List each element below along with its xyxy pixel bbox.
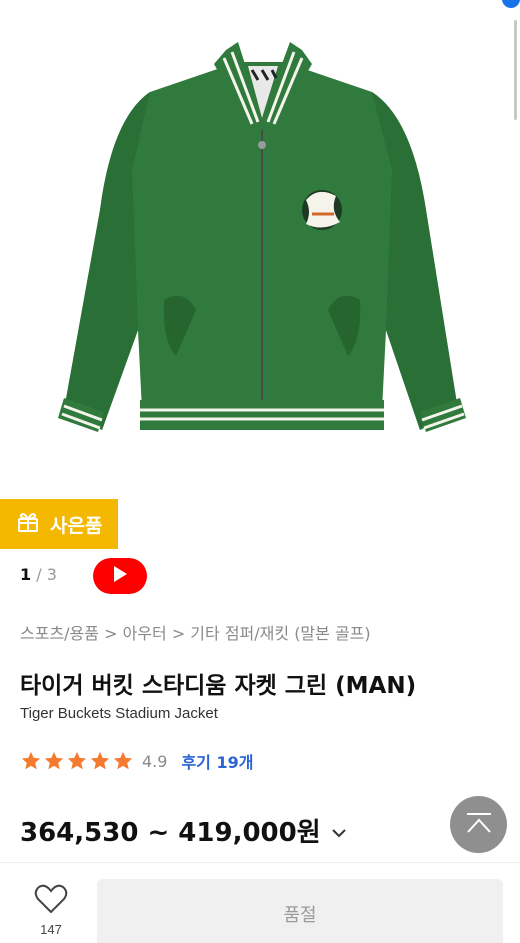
star-icon [21, 751, 41, 770]
star-icon [90, 751, 110, 770]
gift-tag: 사은품 [0, 499, 118, 549]
bottom-bar-divider [0, 862, 520, 863]
product-subtitle: Tiger Buckets Stadium Jacket [20, 705, 218, 722]
rating-row: 4.9 후기 19개 [20, 747, 253, 775]
scroll-top-button[interactable] [450, 796, 507, 853]
wish-count: 147 [40, 922, 62, 937]
gift-label: 사은품 [50, 514, 103, 537]
price-range: 364,530 ~ 419,000원 [20, 817, 321, 848]
video-play-button[interactable] [93, 558, 147, 594]
soldout-button[interactable]: 품절 [97, 879, 503, 943]
scrollbar[interactable] [514, 20, 517, 120]
breadcrumb[interactable]: 스포츠/용품 > 아우터 > 기타 점퍼/재킷 (말본 골프) [20, 620, 371, 644]
rating-value: 4.9 [142, 751, 168, 771]
jacket-photo [58, 42, 466, 432]
heart-icon [34, 884, 68, 918]
image-page-indicator: 1 / 3 [20, 565, 57, 584]
review-link[interactable]: 후기 19개 [181, 749, 253, 773]
product-title: 타이거 버킷 스타디움 자켓 그린 (MAN) [20, 673, 417, 699]
star-icon [44, 751, 64, 770]
star-icon [113, 751, 133, 770]
play-icon [112, 565, 128, 587]
total-images: 3 [46, 565, 57, 584]
product-image[interactable] [0, 0, 520, 470]
scroll-top-icon [465, 812, 493, 838]
chest-patch [302, 190, 342, 230]
wishlist-button[interactable]: 147 [20, 884, 82, 942]
star-rating [20, 750, 134, 772]
price-row[interactable]: 364,530 ~ 419,000원 [20, 812, 347, 848]
star-icon [67, 751, 87, 770]
current-image-index: 1 [20, 565, 32, 584]
chevron-down-icon[interactable] [331, 823, 347, 842]
gift-icon [16, 510, 40, 538]
separator: / [36, 565, 47, 584]
